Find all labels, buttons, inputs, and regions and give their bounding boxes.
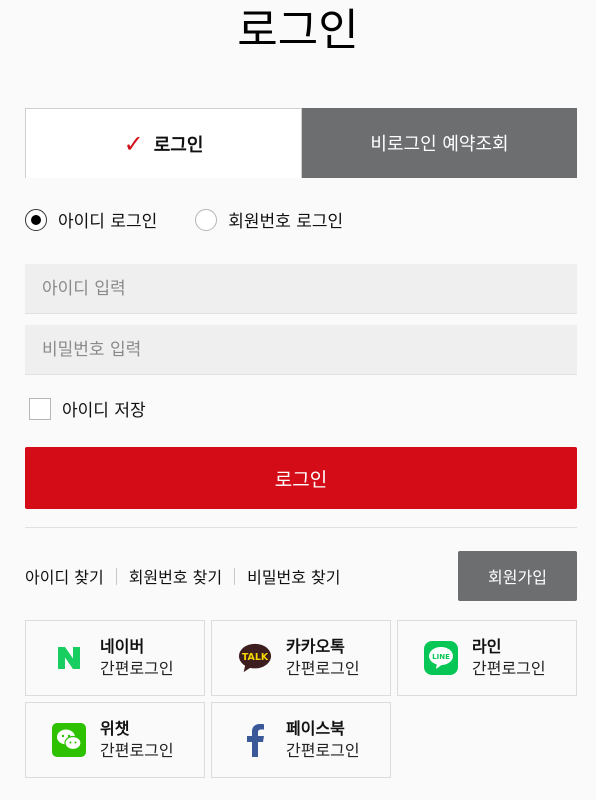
wechat-sub-label: 간편로그인 — [100, 741, 174, 760]
facebook-sub-label: 간편로그인 — [286, 741, 360, 760]
login-button[interactable]: 로그인 — [25, 447, 577, 509]
page-title: 로그인 — [237, 5, 359, 56]
join-button[interactable]: 회원가입 — [458, 551, 577, 601]
save-id-checkbox[interactable] — [29, 397, 51, 420]
naver-label: 네이버 — [100, 637, 145, 656]
link-separator — [115, 567, 117, 585]
kakaotalk-label: 카카오톡 — [286, 637, 345, 656]
password-input[interactable] — [25, 325, 577, 375]
line-label: 라인 — [472, 637, 502, 656]
wechat-login-button[interactable]: 위챗 간편로그인 — [25, 702, 205, 778]
line-sub-label: 간편로그인 — [472, 659, 546, 678]
tab-guest-reservation-label: 비로그인 예약조회 — [370, 134, 509, 155]
wechat-label: 위챗 — [100, 719, 130, 738]
wechat-icon — [52, 723, 86, 757]
facebook-login-button[interactable]: 페이스북 간편로그인 — [211, 702, 391, 778]
kakaotalk-login-button[interactable]: TALK 카카오톡 간편로그인 — [211, 620, 391, 696]
login-tabs: ✓ 로그인 비로그인 예약조회 — [25, 108, 577, 178]
line-login-button[interactable]: LINE 라인 간편로그인 — [397, 620, 577, 696]
tab-guest-reservation[interactable]: 비로그인 예약조회 — [302, 108, 577, 178]
find-id-link[interactable]: 아이디 찾기 — [25, 564, 104, 588]
tab-member-login[interactable]: ✓ 로그인 — [25, 108, 302, 178]
checkmark-icon: ✓ — [123, 129, 144, 158]
id-login-option[interactable]: 아이디 로그인 — [25, 207, 157, 232]
naver-login-button[interactable]: 네이버 간편로그인 — [25, 620, 205, 696]
member-number-login-radio[interactable] — [195, 208, 218, 231]
login-type-radio-group: 아이디 로그인 회원번호 로그인 — [25, 207, 381, 232]
link-separator — [234, 567, 236, 585]
id-login-radio[interactable] — [25, 208, 47, 231]
tab-member-login-label: 로그인 — [153, 134, 204, 156]
save-id-option[interactable]: 아이디 저장 — [29, 396, 146, 421]
line-icon: LINE — [424, 641, 458, 675]
naver-icon — [52, 641, 86, 675]
divider — [25, 527, 577, 528]
naver-sub-label: 간편로그인 — [100, 659, 174, 678]
kakaotalk-sub-label: 간편로그인 — [286, 659, 360, 678]
save-id-label: 아이디 저장 — [62, 401, 146, 421]
id-input[interactable] — [25, 264, 577, 314]
id-login-label: 아이디 로그인 — [58, 212, 158, 232]
find-password-link[interactable]: 비밀번호 찾기 — [247, 564, 340, 588]
facebook-label: 페이스북 — [286, 719, 345, 738]
find-member-number-link[interactable]: 회원번호 찾기 — [129, 564, 222, 588]
find-links: 아이디 찾기 회원번호 찾기 비밀번호 찾기 — [25, 564, 341, 588]
kakaotalk-icon-text: TALK — [242, 652, 269, 663]
member-number-login-option[interactable]: 회원번호 로그인 — [195, 207, 343, 232]
line-icon-text: LINE — [432, 653, 450, 661]
kakaotalk-icon: TALK — [238, 641, 272, 675]
member-number-login-label: 회원번호 로그인 — [228, 212, 344, 232]
facebook-icon — [238, 723, 272, 757]
